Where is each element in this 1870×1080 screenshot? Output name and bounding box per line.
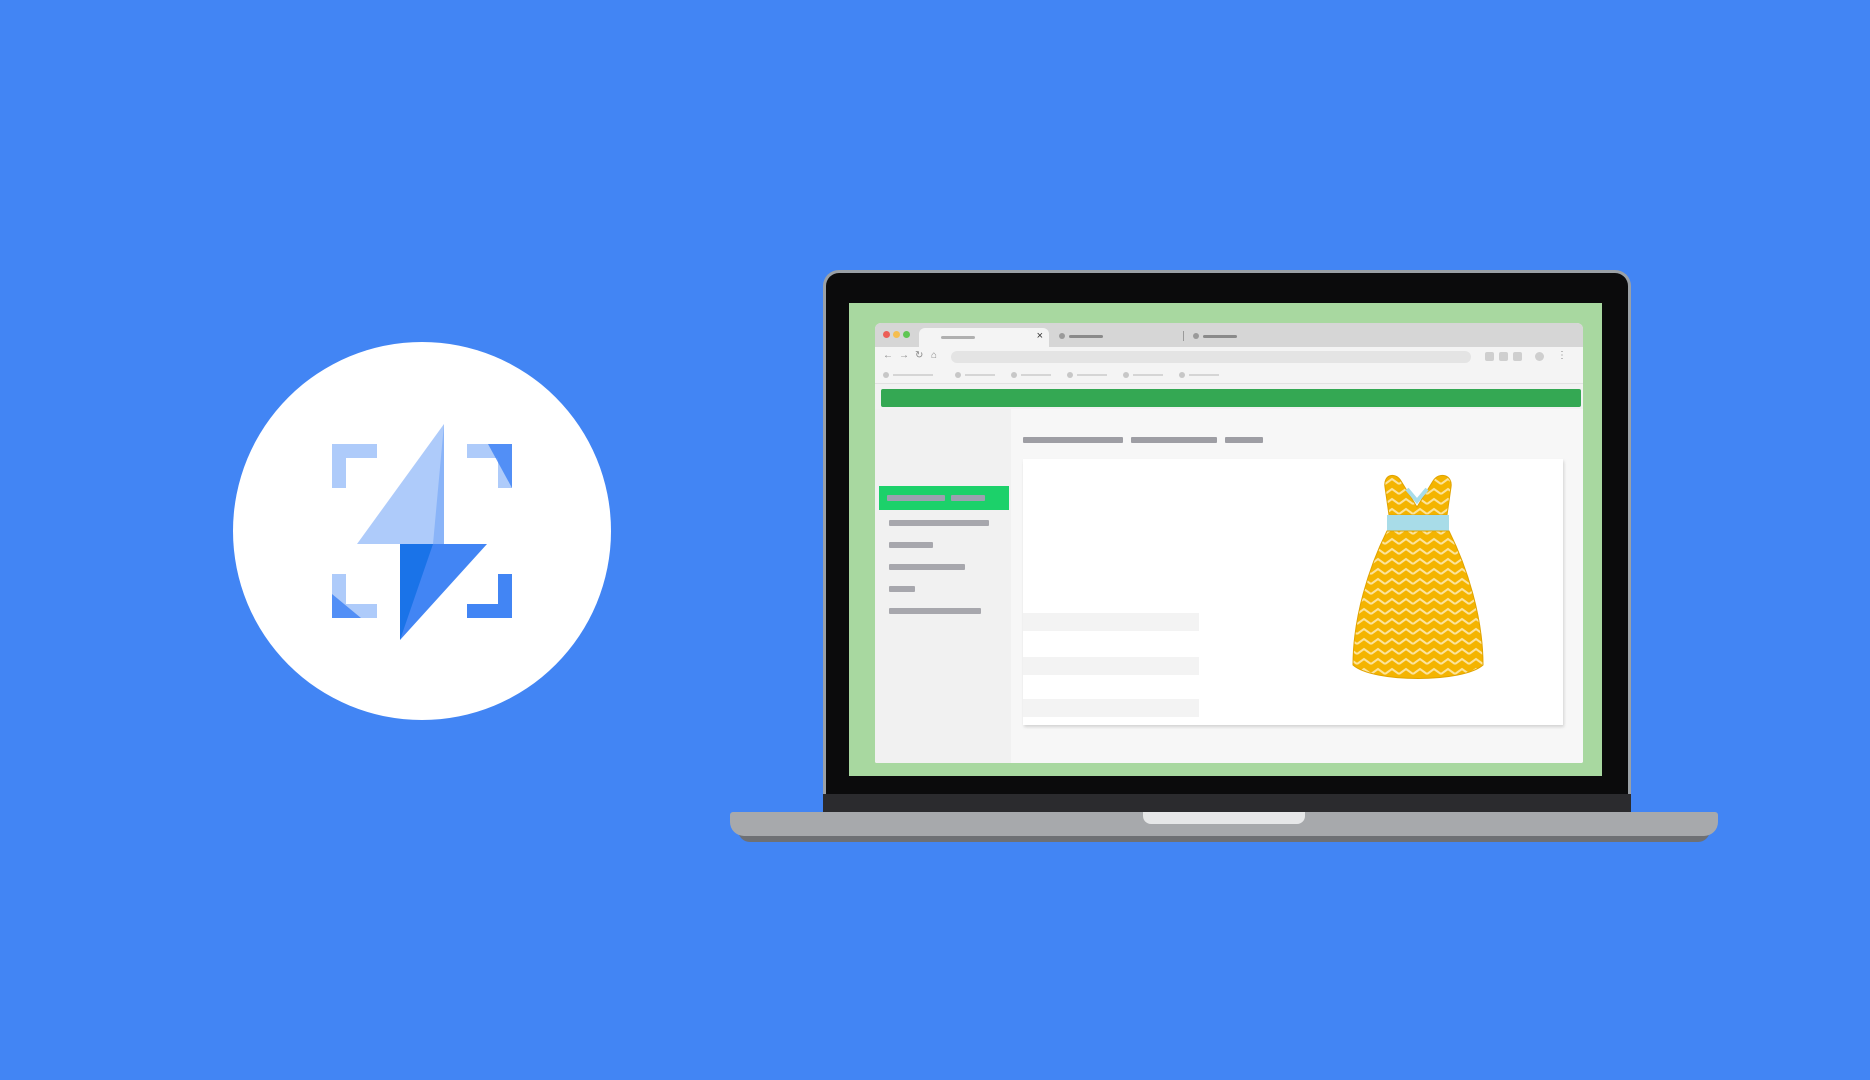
yellow-dress-icon[interactable] <box>1343 467 1493 695</box>
bookmark-label[interactable] <box>893 374 933 376</box>
browser-toolbar: ← → ↻ ⌂ ⋮ <box>875 347 1583 367</box>
tab-title-placeholder <box>1069 335 1103 338</box>
tab-favicon <box>1193 333 1199 339</box>
close-window-dot[interactable] <box>883 331 890 338</box>
sidebar-item[interactable] <box>889 542 933 548</box>
tab-title-placeholder <box>941 336 975 339</box>
home-icon[interactable]: ⌂ <box>931 349 937 363</box>
bookmark-icon[interactable] <box>883 372 889 378</box>
breadcrumb-segment[interactable] <box>1023 437 1123 443</box>
extension-icon-3[interactable] <box>1513 352 1522 361</box>
tab-close-icon[interactable]: × <box>1037 329 1043 343</box>
bookmark-label[interactable] <box>1077 374 1107 376</box>
bookmark-label[interactable] <box>965 374 995 376</box>
category-sidebar <box>875 409 1011 763</box>
bookmark-icon[interactable] <box>1179 372 1185 378</box>
laptop-notch <box>1143 812 1305 824</box>
sidebar-item-label <box>951 495 985 501</box>
laptop-hinge <box>823 794 1631 814</box>
tab-divider <box>1183 331 1184 341</box>
tab-title-placeholder <box>1203 335 1237 338</box>
bookmarks-bar <box>875 367 1583 384</box>
corner-bottom-right <box>467 574 512 618</box>
browser-window: × ← → ↻ ⌂ ⋮ <box>875 323 1583 763</box>
sidebar-item[interactable] <box>889 520 989 526</box>
sidebar-item-active[interactable] <box>879 486 1009 510</box>
product-detail-placeholder <box>1023 699 1199 717</box>
sidebar-item[interactable] <box>889 608 981 614</box>
page-header-bar <box>881 389 1581 407</box>
page-body <box>875 409 1583 763</box>
dress-bodice <box>1384 474 1452 516</box>
tab-inactive-2[interactable] <box>1189 330 1314 345</box>
maximize-window-dot[interactable] <box>903 331 910 338</box>
menu-icon[interactable]: ⋮ <box>1557 349 1567 363</box>
bookmark-icon[interactable] <box>1067 372 1073 378</box>
corner-top-left <box>332 444 377 488</box>
bolt-upper <box>357 424 444 544</box>
tab-inactive-1[interactable] <box>1055 330 1180 345</box>
profile-avatar-icon[interactable] <box>1535 352 1544 361</box>
bookmark-label[interactable] <box>1189 374 1219 376</box>
dress-waist <box>1387 515 1449 531</box>
tab-active[interactable]: × <box>919 328 1049 347</box>
product-detail-placeholder <box>1023 613 1199 631</box>
minimize-window-dot[interactable] <box>893 331 900 338</box>
bookmark-label[interactable] <box>1021 374 1051 376</box>
laptop-screen: × ← → ↻ ⌂ ⋮ <box>849 303 1602 776</box>
sidebar-item-label <box>887 495 945 501</box>
extension-icon-1[interactable] <box>1485 352 1494 361</box>
breadcrumb-segment[interactable] <box>1131 437 1217 443</box>
back-icon[interactable]: ← <box>883 349 893 363</box>
bookmark-label[interactable] <box>1133 374 1163 376</box>
dress-skirt <box>1352 530 1484 679</box>
sidebar-item[interactable] <box>889 586 915 592</box>
bookmark-icon[interactable] <box>1123 372 1129 378</box>
logo-circle <box>233 342 611 720</box>
scene: × ← → ↻ ⌂ ⋮ <box>0 0 1870 1080</box>
tab-favicon <box>1059 333 1065 339</box>
reload-icon[interactable]: ↻ <box>915 349 923 363</box>
forward-icon[interactable]: → <box>899 349 909 363</box>
extension-icon-2[interactable] <box>1499 352 1508 361</box>
bookmark-icon[interactable] <box>1011 372 1017 378</box>
bookmark-icon[interactable] <box>955 372 961 378</box>
address-bar[interactable] <box>951 351 1471 363</box>
breadcrumb-segment[interactable] <box>1225 437 1263 443</box>
sidebar-item[interactable] <box>889 564 965 570</box>
tab-bar: × <box>875 323 1583 347</box>
product-detail-placeholder <box>1023 657 1199 675</box>
product-card <box>1023 459 1563 725</box>
lightning-bolt-focus-icon <box>332 424 512 640</box>
